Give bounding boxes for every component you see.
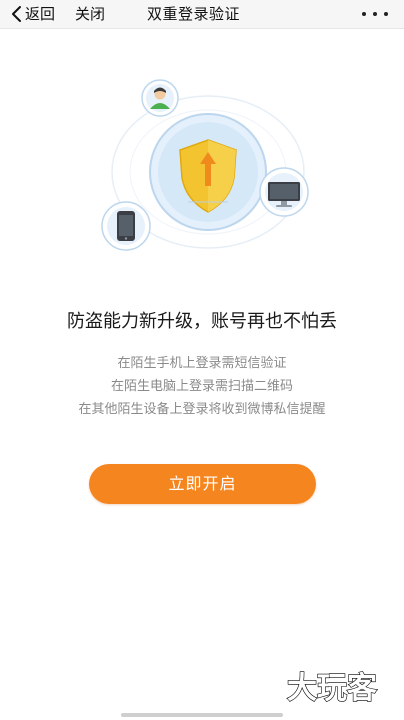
back-label: 返回	[25, 5, 56, 23]
user-avatar-icon	[141, 79, 179, 117]
watermark-logo: 大玩客	[286, 670, 377, 706]
description-line: 在陌生手机上登录需短信验证	[117, 356, 287, 371]
close-button[interactable]: 关闭	[75, 3, 105, 25]
more-dots-icon	[362, 12, 366, 16]
computer-monitor-icon	[259, 167, 309, 217]
svg-text:大玩客: 大玩客	[287, 671, 377, 706]
page: 返回 关闭 双重登录验证 防盗能力新升级，账号再也不怕丢 在陌生手机上登录需短信…	[0, 0, 404, 720]
home-indicator	[121, 713, 283, 717]
description-line: 在其他陌生设备上登录将收到微博私信提醒	[78, 402, 326, 417]
chevron-left-icon	[12, 6, 21, 22]
feature-headline: 防盗能力新升级，账号再也不怕丢	[67, 311, 337, 332]
more-options-button[interactable]	[362, 9, 388, 19]
description-line: 在陌生电脑上登录需扫描二维码	[110, 379, 293, 394]
shield-icon	[149, 113, 267, 231]
security-illustration	[101, 79, 309, 251]
back-button[interactable]: 返回	[10, 3, 55, 25]
enable-now-button[interactable]: 立即开启	[89, 464, 316, 504]
mobile-phone-icon	[101, 201, 151, 251]
top-nav-bar: 返回 关闭 双重登录验证	[0, 0, 404, 29]
page-title: 双重登录验证	[147, 5, 241, 23]
